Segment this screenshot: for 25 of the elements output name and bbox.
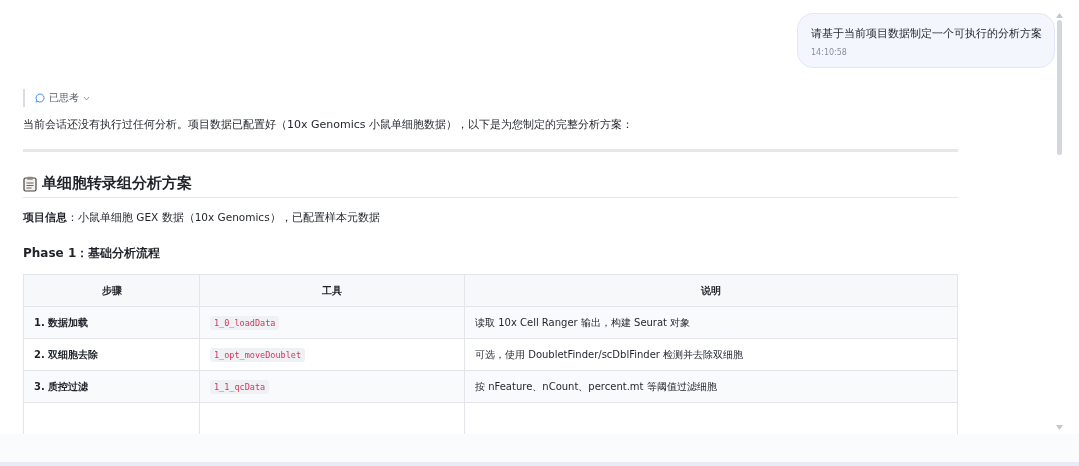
scroll-down-icon[interactable] — [1056, 425, 1063, 430]
intro-paragraph: 当前会话还没有执行过任何分析。项目数据已配置好（10x Genomics 小鼠单细胞数据），以下是为您制定的完整分析方案： — [23, 117, 635, 133]
scrollbar-thumb[interactable] — [1057, 20, 1062, 155]
section-heading: 单细胞转录组分析方案 — [42, 174, 192, 193]
tool-name: 1_0_loadData — [210, 316, 280, 330]
column-header: 工具 — [199, 274, 465, 307]
table-cell: 3. 质控过滤 — [23, 370, 200, 403]
column-header: 步骤 — [23, 274, 200, 307]
clipboard-icon — [23, 175, 37, 192]
table-cell: 2. 双细胞去除 — [23, 338, 200, 371]
column-header: 说明 — [464, 274, 958, 307]
scroll-up-icon[interactable] — [1056, 13, 1063, 18]
user-message-text: 请基于当前项目数据制定一个可执行的分析方案 — [811, 26, 1042, 42]
table-cell: 读取 10x Cell Ranger 输出，构建 Seurat 对象 — [464, 306, 958, 339]
project-info: 项目信息：小鼠单细胞 GEX 数据（10x Genomics），已配置样本元数据 — [23, 211, 381, 225]
tool-name: 1_1_qcData — [210, 380, 270, 394]
table-cell: 按 nFeature、nCount、percent.mt 等阈值过滤细胞 — [464, 370, 958, 403]
chevron-icon — [83, 95, 90, 101]
thinking-toggle[interactable]: 已思考 — [35, 91, 90, 105]
tool-name: 1_opt_moveDoublet — [210, 348, 305, 362]
message-time: 14:10:58 — [811, 48, 848, 57]
table-cell: 可选，使用 DoubletFinder/scDblFinder 检测并去除双细胞 — [464, 338, 958, 371]
phase-heading: Phase 1：基础分析流程 — [23, 245, 162, 262]
chat-bubble-icon — [35, 93, 45, 103]
table-cell: 1. 数据加载 — [23, 306, 200, 339]
